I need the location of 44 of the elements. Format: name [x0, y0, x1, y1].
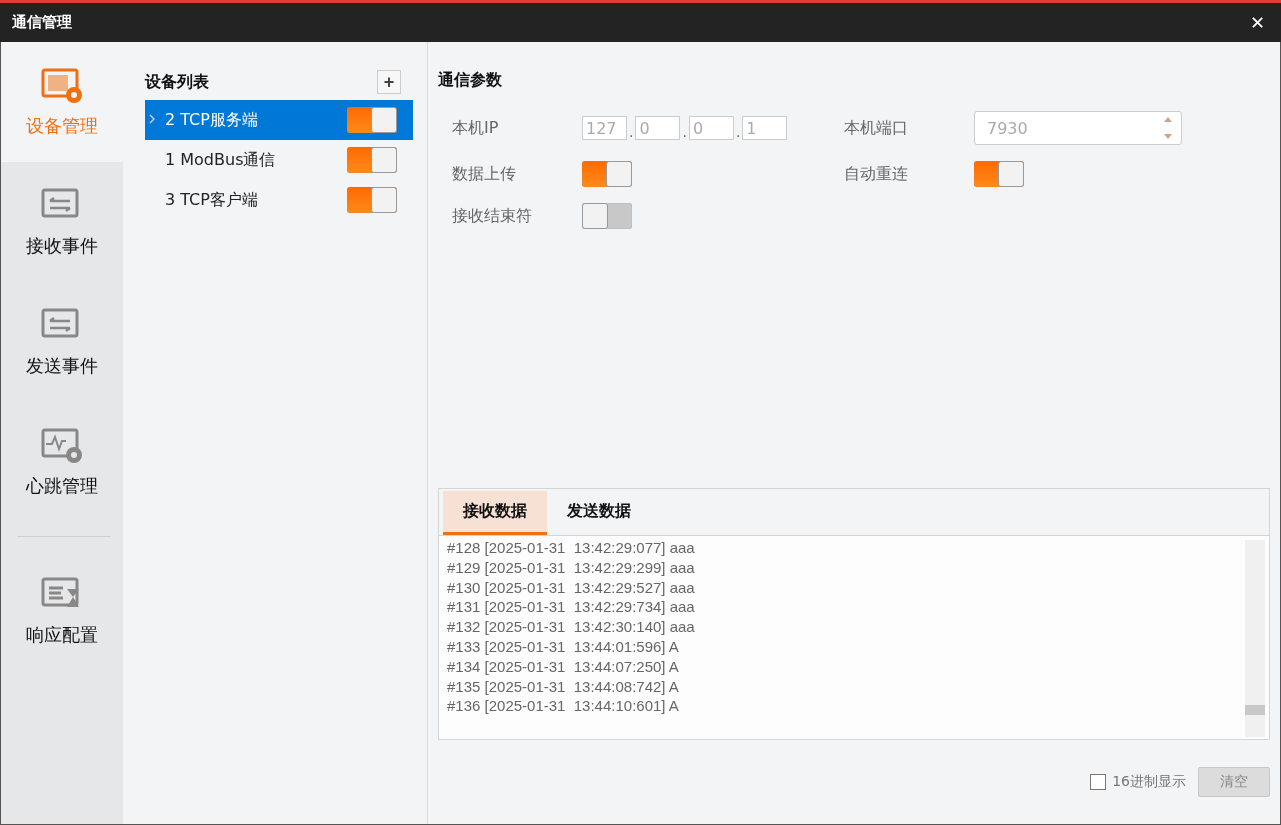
device-item[interactable]: 2 TCP服务端	[145, 100, 413, 140]
tab[interactable]: 接收数据	[443, 491, 547, 535]
nav-item[interactable]: 接收事件	[1, 162, 123, 282]
window-title: 通信管理	[12, 13, 72, 32]
toggle-switch[interactable]	[347, 187, 397, 213]
toggle-switch[interactable]	[582, 161, 632, 187]
heartbeat-icon	[40, 426, 84, 466]
spin-arrows-icon	[1163, 115, 1173, 141]
ip-separator: .	[629, 124, 634, 140]
log-line: #131 [2025-01-31 13:42:29:734] aaa	[447, 597, 696, 618]
log-line: #132 [2025-01-31 13:42:30:140] aaa	[447, 617, 696, 637]
device-icon	[40, 66, 84, 106]
ip-separator: .	[682, 124, 687, 140]
log-line: #136 [2025-01-31 13:44:10:601] A	[447, 696, 680, 717]
log-line: #133 [2025-01-31 13:44:01:596] A	[447, 637, 680, 657]
field-label: 接收结束符	[452, 205, 533, 227]
log-line: #128 [2025-01-31 13:42:29:077] aaa	[447, 538, 696, 558]
ip-separator: .	[735, 124, 741, 140]
tab[interactable]: 发送数据	[547, 491, 651, 535]
log-line: #129 [2025-01-31 13:42:29:299] aaa	[447, 557, 696, 578]
device-item[interactable]: 3 TCP客户端	[145, 180, 413, 220]
log-line: #134 [2025-01-31 13:44:07:250] A	[447, 656, 680, 677]
field-label: 本机IP	[452, 117, 500, 139]
chevron-icon	[149, 114, 155, 124]
toggle-switch[interactable]	[974, 161, 1024, 187]
nav-item[interactable]: 响应配置	[1, 551, 123, 671]
section-title: 通信参数	[438, 70, 503, 91]
checkbox-label: 16进制显示	[1112, 773, 1186, 791]
log-line: #135 [2025-01-31 13:44:08:742] A	[447, 676, 680, 697]
toggle-switch[interactable]	[347, 107, 397, 133]
field-label: 本机端口	[844, 117, 909, 139]
log-line: #130 [2025-01-31 13:42:29:527] aaa	[447, 577, 696, 598]
field-label: 数据上传	[452, 163, 517, 185]
add-button[interactable]: +	[377, 70, 401, 94]
nav-item[interactable]: 发送事件	[1, 282, 123, 402]
toggle-switch[interactable]	[582, 203, 632, 229]
toggle-switch[interactable]	[347, 147, 397, 173]
close-button[interactable]: ✕	[1246, 11, 1269, 34]
nav-item[interactable]: 心跳管理	[1, 402, 123, 522]
device-item[interactable]: 1 ModBus通信	[145, 140, 413, 180]
section-title: 设备列表	[145, 71, 209, 93]
scrollbar[interactable]	[1245, 540, 1265, 737]
checkbox[interactable]	[1090, 774, 1107, 790]
field-label: 自动重连	[844, 163, 909, 185]
